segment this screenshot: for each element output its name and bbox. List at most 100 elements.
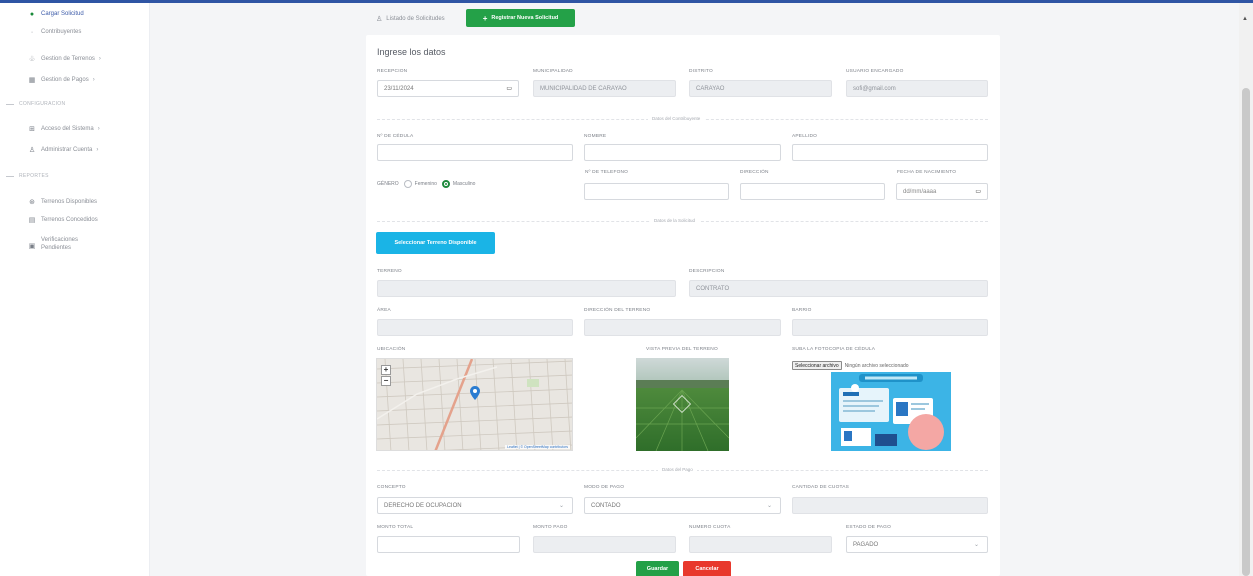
nacimiento-placeholder: dd/mm/aaaa (903, 188, 937, 195)
numero-cuota-label: NUMERO CUOTA (689, 525, 731, 530)
chevron-down-icon: ⌄ (766, 503, 772, 509)
section-label: REPORTES (19, 173, 49, 179)
zoom-in-button[interactable]: + (381, 365, 391, 375)
sidebar-item-contribuyentes[interactable]: · Contribuyentes (27, 25, 137, 39)
ubicacion-label: UBICACIÓN (377, 347, 406, 352)
dot-icon: · (30, 28, 34, 36)
scroll-up-icon[interactable]: ▲ (1242, 16, 1248, 22)
sidebar-item-label: Verificaciones Pendientes (41, 237, 79, 251)
section-solicitud-label: Datos de la Solicitud (650, 218, 700, 223)
recepcion-date-input[interactable]: 23/11/2024 ▭ (377, 80, 519, 97)
tree-icon: ♧ (28, 56, 36, 63)
nacimiento-date-input[interactable]: dd/mm/aaaa ▭ (896, 183, 988, 200)
sidebar-item-label: Gestion de Terrenos (41, 56, 95, 62)
sidebar-item-label: Gestion de Pagos (41, 77, 89, 83)
direccion-label: DIRECCIÓN (740, 170, 769, 175)
apellido-input[interactable] (792, 144, 988, 161)
monto-pago-label: MONTO PAGO (533, 525, 568, 530)
card-icon: ▦ (28, 77, 36, 84)
area-input[interactable] (377, 319, 573, 336)
nombre-input[interactable] (584, 144, 781, 161)
id-card-image (831, 372, 951, 451)
modo-pago-value: CONTADO (591, 502, 621, 509)
concepto-value: DERECHO DE OCUPACION (384, 502, 462, 509)
sidebar-item-label: Contribuyentes (41, 29, 82, 35)
tab-label: Listado de Solicitudes (386, 16, 445, 22)
terreno-label: TERRENO (377, 269, 402, 274)
sidebar-item-label: Cargar Solicitud (41, 11, 84, 17)
sidebar-item-label: Terrenos Concedidos (41, 217, 98, 223)
tab-registrar-solicitud[interactable]: + Registrar Nueva Solicitud (466, 9, 575, 27)
terrain-preview-image (636, 358, 729, 451)
scrollbar-thumb[interactable] (1242, 88, 1250, 576)
location-map[interactable]: + − Leaflet | © OpenStreetMap contributo… (376, 358, 573, 451)
chevron-right-icon: › (92, 77, 95, 83)
sidebar-item-label: Terrenos Disponibles (41, 199, 98, 205)
distrito-label: DISTRITO (689, 69, 713, 74)
sidebar-item-gestion-terrenos[interactable]: ♧ Gestion de Terrenos › (27, 52, 137, 66)
save-button[interactable]: Guardar (636, 561, 679, 576)
grid-icon: ⊞ (29, 126, 35, 133)
direccion-terreno-input[interactable] (584, 319, 781, 336)
sidebar-item-terrenos-concedidos[interactable]: ▤ Terrenos Concedidos (27, 213, 137, 227)
estado-pago-value: PAGADO (853, 541, 879, 548)
sidebar-item-terrenos-disponibles[interactable]: ⊛ Terrenos Disponibles (27, 195, 137, 209)
calendar-icon[interactable]: ▭ (506, 85, 512, 92)
form-title: Ingrese los datos (377, 47, 446, 57)
tab-listado-solicitudes[interactable]: ♙ Listado de Solicitudes (376, 12, 445, 26)
sidebar-item-administrar-cuenta[interactable]: ♙ Administrar Cuenta › (27, 143, 137, 157)
radio-femenino[interactable] (403, 180, 412, 188)
municipalidad-value: MUNICIPALIDAD DE CARAYAO (540, 85, 627, 92)
select-terreno-button[interactable]: Seleccionar Terreno Disponible (376, 232, 495, 254)
genero-label: GÉNERO (377, 181, 399, 187)
page-scrollbar[interactable]: ▲ (1239, 3, 1253, 576)
file-upload-row: Seleccionar archivo Ningún archivo selec… (792, 361, 909, 370)
section-pago-label: Datos del Pago (658, 467, 697, 472)
estado-pago-select[interactable]: PAGADO ⌄ (846, 536, 988, 553)
dot-icon: ● (29, 10, 35, 18)
concepto-label: CONCEPTO (377, 485, 406, 490)
cancel-button[interactable]: Cancelar (683, 561, 731, 576)
direccion-input[interactable] (740, 183, 885, 200)
monto-total-label: MONTO TOTAL (377, 525, 414, 530)
cedula-input[interactable] (377, 144, 573, 161)
sidebar-item-gestion-pagos[interactable]: ▦ Gestion de Pagos › (27, 73, 137, 87)
telefono-input[interactable] (584, 183, 729, 200)
cantidad-cuotas-input[interactable] (792, 497, 988, 514)
section-configuracion: CONFIGURACION (6, 101, 65, 107)
monto-total-input[interactable] (377, 536, 520, 553)
usuario-input[interactable]: sofi@gmail.com (846, 80, 988, 97)
sidebar-item-label: Acceso del Sistema (41, 126, 94, 132)
top-bar (0, 0, 1253, 3)
barrio-input[interactable] (792, 319, 988, 336)
usuario-label: USUARIO ENCARGADO (846, 69, 904, 74)
map-tiles (377, 359, 572, 450)
foto-cedula-label: SUBA LA FOTOCOPIA DE CÉDULA (792, 347, 876, 352)
chevron-down-icon: ⌄ (973, 542, 979, 548)
numero-cuota-input[interactable] (689, 536, 832, 553)
file-select-button[interactable]: Seleccionar archivo (792, 361, 842, 370)
barrio-label: BARRIO (792, 308, 812, 313)
monto-pago-input[interactable] (533, 536, 676, 553)
descripcion-input[interactable]: CONTRATO (689, 280, 988, 297)
area-label: ÁREA (377, 308, 391, 313)
radio-masculino[interactable] (441, 180, 450, 188)
sidebar-item-cargar-solicitud[interactable]: ● Cargar Solicitud (27, 7, 137, 21)
recepcion-value: 23/11/2024 (384, 85, 414, 92)
radio-femenino-label: Femenino (414, 181, 437, 187)
section-contribuyente-label: Datos del Contribuyente (648, 116, 705, 121)
user-icon: ♙ (376, 16, 383, 23)
doc-icon: ▣ (28, 243, 36, 250)
terreno-input[interactable] (377, 280, 676, 297)
radio-masculino-label: Masculino (452, 181, 476, 187)
map-marker-icon[interactable] (470, 386, 480, 400)
distrito-input[interactable]: CARAYAO (689, 80, 832, 97)
municipalidad-input[interactable]: MUNICIPALIDAD DE CARAYAO (533, 80, 676, 97)
concepto-select[interactable]: DERECHO DE OCUPACION ⌄ (377, 497, 573, 514)
zoom-out-button[interactable]: − (381, 376, 391, 386)
map-attribution[interactable]: Leaflet | © OpenStreetMap contributors (505, 445, 570, 449)
calendar-icon[interactable]: ▭ (975, 188, 981, 195)
modo-pago-select[interactable]: CONTADO ⌄ (584, 497, 781, 514)
sidebar-item-verificaciones[interactable]: ▣ Verificaciones Pendientes (27, 236, 137, 258)
sidebar-item-acceso-sistema[interactable]: ⊞ Acceso del Sistema › (27, 122, 137, 136)
